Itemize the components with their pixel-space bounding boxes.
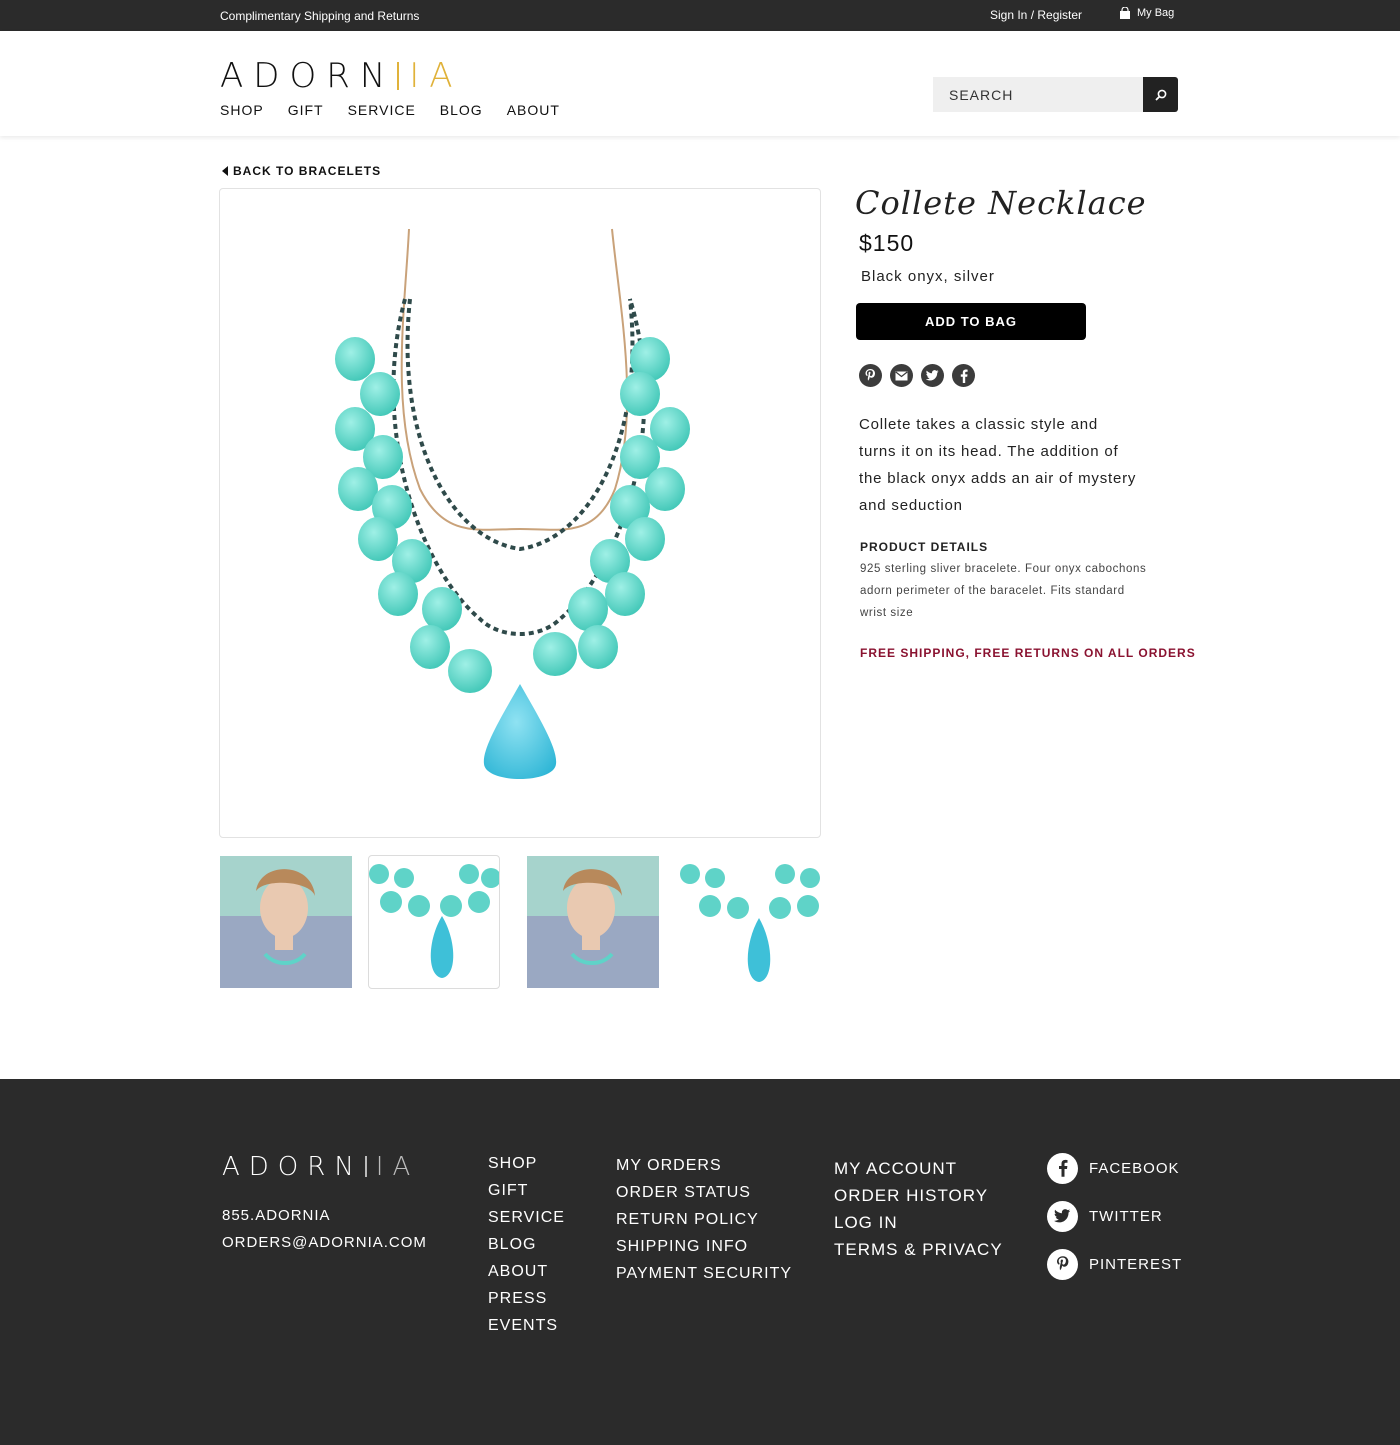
search-bar xyxy=(933,77,1178,112)
footer-link-gift[interactable]: GIFT xyxy=(488,1177,565,1204)
footer-link-blog[interactable]: BLOG xyxy=(488,1231,565,1258)
back-link[interactable]: BACK TO BRACELETS xyxy=(222,164,381,178)
email-icon[interactable] xyxy=(890,364,913,387)
footer-facebook-label: FACEBOOK xyxy=(1089,1159,1180,1177)
footer-col-orders: MY ORDERS ORDER STATUS RETURN POLICY SHI… xyxy=(616,1152,792,1287)
twitter-icon[interactable] xyxy=(921,364,944,387)
logo-divider xyxy=(397,62,400,90)
twitter-icon xyxy=(1047,1200,1078,1232)
product-main-image[interactable] xyxy=(219,188,821,838)
main-nav: SHOP GIFT SERVICE BLOG ABOUT xyxy=(220,102,584,118)
pinterest-icon[interactable] xyxy=(859,364,882,387)
pinterest-icon xyxy=(1047,1248,1078,1280)
nav-shop[interactable]: SHOP xyxy=(220,102,264,118)
thumbnail-model-2[interactable] xyxy=(527,856,659,988)
necklace-closeup xyxy=(369,864,499,978)
site-footer: ADORN IA 855.ADORNIA ORDERS@ADORNIA.COM S… xyxy=(0,1079,1400,1445)
footer-contact: 855.ADORNIA ORDERS@ADORNIA.COM xyxy=(222,1202,427,1256)
footer-link-about[interactable]: ABOUT xyxy=(488,1258,565,1285)
footer-link-order-status[interactable]: ORDER STATUS xyxy=(616,1179,792,1206)
my-bag-link[interactable]: My Bag xyxy=(1119,7,1174,19)
footer-link-events[interactable]: EVENTS xyxy=(488,1312,565,1339)
product-details-text: 925 sterling sliver bracelete. Four onyx… xyxy=(860,563,1147,619)
top-bar: Complimentary Shipping and Returns Sign … xyxy=(0,0,1400,31)
site-logo[interactable]: ADORN IA xyxy=(220,56,463,96)
footer-link-shop[interactable]: SHOP xyxy=(488,1150,565,1177)
thumbnail-model-1[interactable] xyxy=(220,856,352,988)
footer-logo-accent: IA xyxy=(375,1152,420,1182)
logo-accent: IA xyxy=(409,56,463,96)
shopping-bag-icon xyxy=(1120,7,1130,19)
footer-twitter-link[interactable]: TWITTER xyxy=(1047,1200,1182,1232)
footer-link-terms-privacy[interactable]: TERMS & PRIVACY xyxy=(834,1236,1003,1263)
footer-link-my-orders[interactable]: MY ORDERS xyxy=(616,1152,792,1179)
footer-link-payment-security[interactable]: PAYMENT SECURITY xyxy=(616,1260,792,1287)
footer-facebook-link[interactable]: FACEBOOK xyxy=(1047,1152,1182,1184)
back-arrow-icon xyxy=(222,166,228,176)
footer-pinterest-label: PINTEREST xyxy=(1089,1255,1183,1273)
search-icon xyxy=(1154,89,1166,101)
facebook-icon xyxy=(1047,1152,1078,1184)
search-button[interactable] xyxy=(1143,77,1178,112)
nav-about[interactable]: ABOUT xyxy=(507,102,560,118)
footer-phone[interactable]: 855.ADORNIA xyxy=(222,1202,427,1229)
model-photo xyxy=(220,856,352,988)
necklace-closeup xyxy=(680,864,820,982)
footer-link-log-in[interactable]: LOG IN xyxy=(834,1209,1003,1236)
footer-link-press[interactable]: PRESS xyxy=(488,1285,565,1312)
footer-logo[interactable]: ADORN IA xyxy=(222,1152,419,1182)
facebook-icon[interactable] xyxy=(952,364,975,387)
model-photo xyxy=(527,856,659,988)
footer-col-account: MY ACCOUNT ORDER HISTORY LOG IN TERMS & … xyxy=(834,1155,1003,1263)
footer-col-main: SHOP GIFT SERVICE BLOG ABOUT PRESS EVENT… xyxy=(488,1150,565,1339)
nav-service[interactable]: SERVICE xyxy=(348,102,416,118)
product-price: $150 xyxy=(859,230,915,256)
footer-link-order-history[interactable]: ORDER HISTORY xyxy=(834,1182,1003,1209)
share-icons xyxy=(859,364,975,387)
footer-social: FACEBOOK TWITTER PINTEREST xyxy=(1047,1152,1182,1296)
product-description: Collete takes a classic style and turns … xyxy=(859,416,1137,514)
free-shipping-notice: FREE SHIPPING, FREE RETURNS ON ALL ORDER… xyxy=(860,646,1196,660)
footer-logo-text: ADORN xyxy=(222,1152,363,1182)
footer-twitter-label: TWITTER xyxy=(1089,1207,1163,1225)
thumbnail-necklace-2[interactable] xyxy=(680,856,820,988)
site-header: ADORN IA SHOP GIFT SERVICE BLOG ABOUT xyxy=(0,31,1400,136)
thumbnail-necklace-1[interactable] xyxy=(368,855,500,989)
product-title: Collete Necklace xyxy=(855,184,1147,222)
footer-email[interactable]: ORDERS@ADORNIA.COM xyxy=(222,1229,427,1256)
footer-pinterest-link[interactable]: PINTEREST xyxy=(1047,1248,1182,1280)
my-bag-label: My Bag xyxy=(1137,7,1175,19)
nav-gift[interactable]: GIFT xyxy=(288,102,324,118)
nav-blog[interactable]: BLOG xyxy=(440,102,483,118)
shipping-promo: Complimentary Shipping and Returns xyxy=(220,9,420,23)
footer-logo-divider xyxy=(364,1156,367,1177)
footer-link-return-policy[interactable]: RETURN POLICY xyxy=(616,1206,792,1233)
footer-link-my-account[interactable]: MY ACCOUNT xyxy=(834,1155,1003,1182)
search-input[interactable] xyxy=(933,77,1143,112)
add-to-bag-button[interactable]: ADD TO BAG xyxy=(856,303,1086,340)
footer-link-service[interactable]: SERVICE xyxy=(488,1204,565,1231)
logo-text: ADORN xyxy=(220,56,396,96)
sign-in-link[interactable]: Sign In / Register xyxy=(990,8,1082,22)
product-material: Black onyx, silver xyxy=(861,268,995,285)
necklace-image xyxy=(335,228,690,779)
footer-link-shipping-info[interactable]: SHIPPING INFO xyxy=(616,1233,792,1260)
back-link-label: BACK TO BRACELETS xyxy=(233,164,382,178)
product-details-heading: PRODUCT DETAILS xyxy=(860,540,989,554)
